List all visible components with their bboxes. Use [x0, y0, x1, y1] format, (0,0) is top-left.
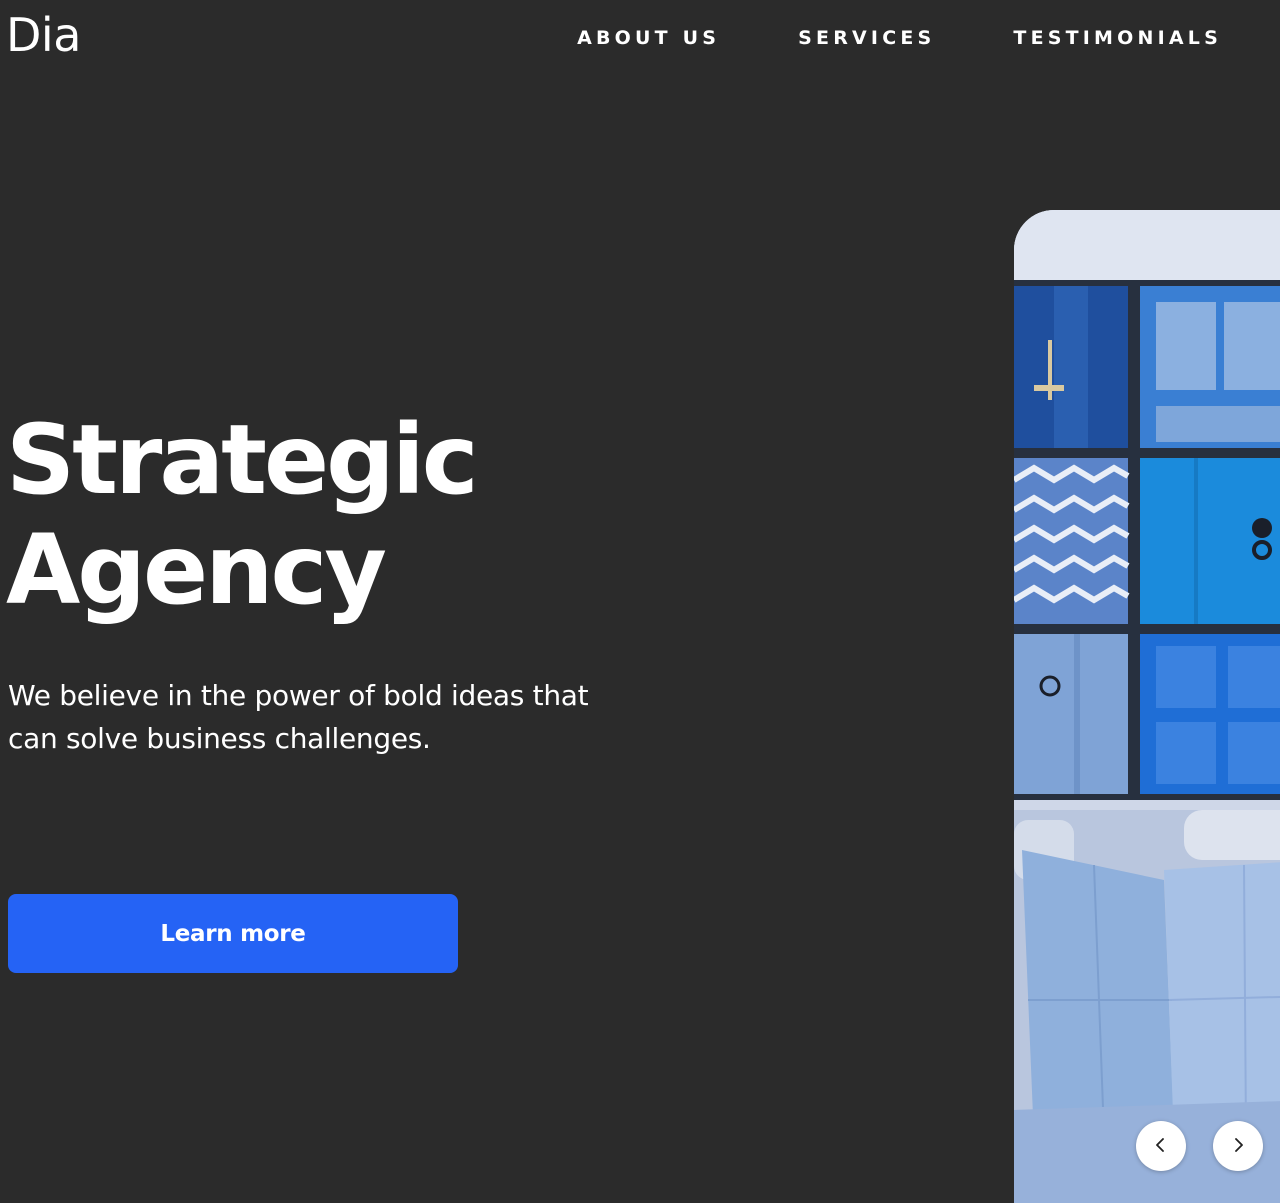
hero-title: Strategic Agency [6, 404, 479, 626]
hero-title-line-2: Agency [6, 514, 387, 626]
chevron-left-icon [1152, 1136, 1170, 1157]
nav-link-about-us[interactable]: ABOUT US [577, 26, 720, 50]
carousel-next-button[interactable] [1213, 1121, 1263, 1171]
chevron-right-icon [1229, 1136, 1247, 1157]
page: Dia ABOUT US SERVICES TESTIMONIALS Strat… [0, 0, 1280, 1203]
hero-image [1014, 210, 1280, 1203]
main-nav: ABOUT US SERVICES TESTIMONIALS [577, 26, 1222, 50]
nav-link-services[interactable]: SERVICES [798, 26, 935, 50]
hero-tagline: We believe in the power of bold ideas th… [8, 679, 589, 755]
nav-link-testimonials[interactable]: TESTIMONIALS [1013, 26, 1222, 50]
learn-more-button[interactable]: Learn more [8, 894, 458, 973]
logo[interactable]: Dia [6, 12, 81, 58]
carousel-prev-button[interactable] [1136, 1121, 1186, 1171]
hero-title-line-1: Strategic [6, 404, 479, 516]
